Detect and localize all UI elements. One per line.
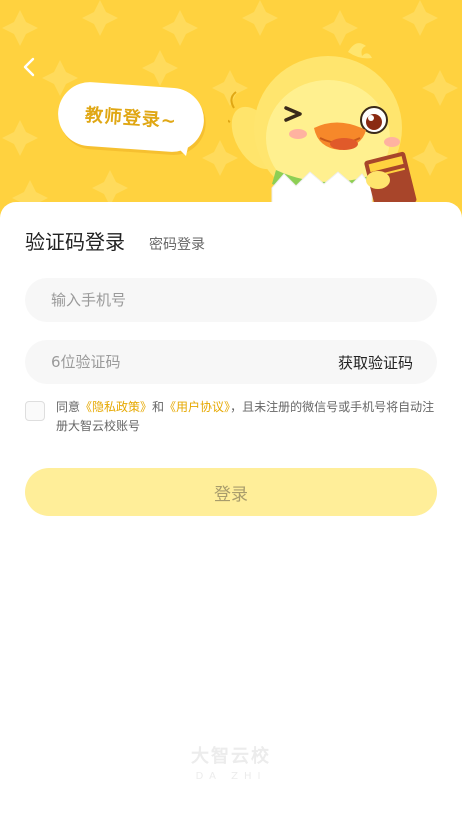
phone-field: [25, 278, 437, 322]
phone-input[interactable]: [49, 290, 413, 310]
login-card: 验证码登录 密码登录 获取验证码 同意《隐私政策》和《用户协议》，且未注册的微信…: [0, 202, 462, 821]
back-button[interactable]: [14, 52, 44, 82]
agreement-prefix: 同意: [56, 400, 81, 414]
bubble-text: 教师登录~: [84, 104, 178, 133]
agreement-and: 和: [152, 400, 165, 414]
get-code-button[interactable]: 获取验证码: [338, 352, 413, 373]
header-banner: 教师登录~: [0, 0, 462, 220]
privacy-policy-link[interactable]: 《隐私政策》: [80, 400, 152, 414]
agreement-row: 同意《隐私政策》和《用户协议》，且未注册的微信号或手机号将自动注册大智云校账号: [25, 398, 439, 436]
brand-name-en: DA ZHI: [195, 771, 267, 782]
brand-name-cn: 大智云校: [191, 746, 271, 767]
code-field: 获取验证码: [25, 340, 437, 384]
chevron-left-icon: [23, 57, 35, 77]
verification-code-input[interactable]: [49, 352, 338, 372]
speech-bubble-tail: [168, 138, 190, 156]
tab-password-login[interactable]: 密码登录: [149, 234, 205, 254]
agreement-text: 同意《隐私政策》和《用户协议》，且未注册的微信号或手机号将自动注册大智云校账号: [56, 398, 439, 436]
duck-mascot-icon: [228, 43, 417, 208]
brand-logo: 大智云校 DA ZHI: [0, 742, 462, 782]
login-tabs: 验证码登录 密码登录: [25, 226, 205, 255]
login-button[interactable]: 登录: [25, 468, 437, 516]
agreement-checkbox[interactable]: [25, 401, 45, 421]
tab-sms-login[interactable]: 验证码登录: [25, 226, 125, 255]
user-agreement-link[interactable]: 《用户协议》: [164, 400, 230, 414]
login-page: 教师登录~ 验证码登录 密码登录 输入手机号 6位验证码 获取验证码 同意《隐私…: [0, 0, 462, 821]
